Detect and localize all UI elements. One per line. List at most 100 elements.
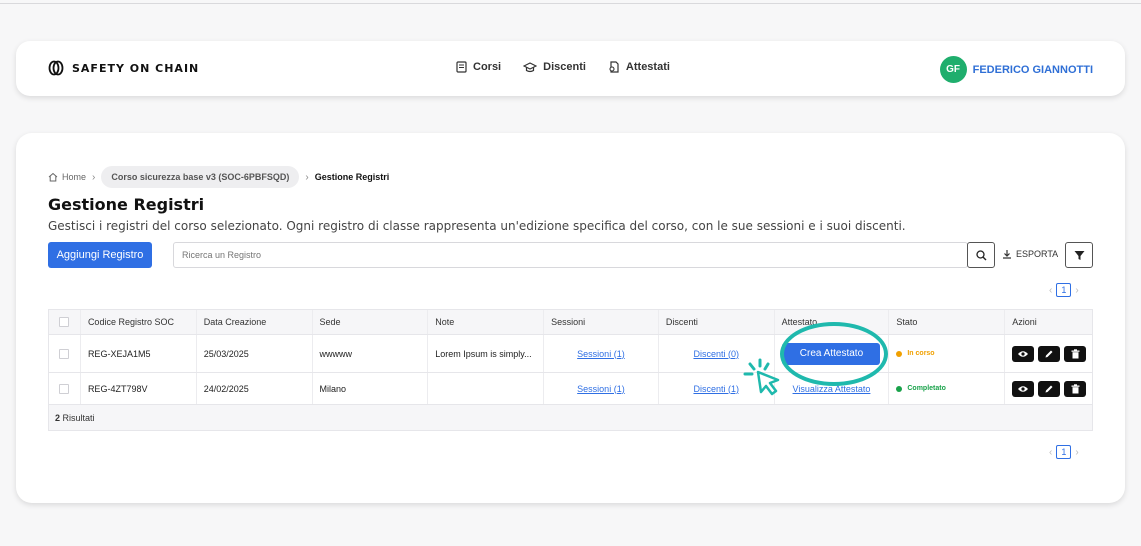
pagination-top: ‹ 1 ›	[1049, 283, 1079, 297]
row-checkbox[interactable]	[59, 383, 70, 394]
brand-name: SAFETY ON CHAIN	[72, 61, 200, 75]
prev-page-icon[interactable]: ‹	[1049, 285, 1052, 296]
cell-code: REG-XEJA1M5	[81, 335, 197, 372]
cell-stato: Completato	[889, 373, 1006, 404]
column-header[interactable]: Stato	[889, 310, 1006, 334]
cell-date: 25/03/2025	[197, 335, 313, 372]
row-select-cell	[49, 335, 81, 372]
navbar: SAFETY ON CHAIN Corsi Discenti Attestati	[16, 41, 1125, 96]
status-label: Completato	[907, 385, 946, 392]
breadcrumb: Home › Corso sicurezza base v3 (SOC-6PBF…	[48, 166, 389, 188]
add-register-button[interactable]: Aggiungi Registro	[48, 242, 152, 268]
nav-discenti[interactable]: Discenti	[523, 61, 586, 73]
cell-date: 24/02/2025	[197, 373, 313, 404]
status-label: In corso	[907, 350, 935, 357]
cell-discenti: Discenti (0)	[659, 335, 775, 372]
registers-table: Codice Registro SOC Data Creazione Sede …	[48, 309, 1093, 431]
trash-icon	[1071, 348, 1080, 358]
delete-button[interactable]	[1064, 345, 1087, 362]
cell-attestato: Crea Attestato	[775, 335, 890, 372]
nav-attestati[interactable]: Attestati	[608, 61, 670, 73]
cell-sessioni: Sessioni (1)	[544, 335, 659, 372]
prev-page-icon[interactable]: ‹	[1049, 447, 1052, 458]
row-actions	[1012, 380, 1087, 397]
column-header[interactable]: Sede	[313, 310, 429, 334]
export-button[interactable]: ESPORTA	[1002, 249, 1058, 259]
next-page-icon[interactable]: ›	[1075, 447, 1078, 458]
delete-button[interactable]	[1064, 380, 1087, 397]
chain-logo-icon	[48, 60, 64, 76]
row-select-cell	[49, 373, 81, 404]
crea-attestato-button[interactable]: Crea Attestato	[782, 342, 881, 365]
status-badge: Completato	[896, 385, 946, 392]
cell-stato: In corso	[889, 335, 1006, 372]
page-number[interactable]: 1	[1056, 283, 1072, 297]
column-header[interactable]: Attestato	[775, 310, 890, 334]
filter-button[interactable]	[1065, 242, 1093, 268]
avatar: GF	[939, 56, 967, 83]
row-checkbox[interactable]	[59, 348, 70, 359]
sessioni-link[interactable]: Sessioni (1)	[577, 384, 625, 394]
nav-discenti-label: Discenti	[543, 61, 586, 73]
row-actions	[1012, 345, 1087, 362]
column-header[interactable]: Codice Registro SOC	[81, 310, 197, 334]
table-row: REG-XEJA1M5 25/03/2025 wwwww Lorem Ipsum…	[49, 335, 1092, 373]
pencil-icon	[1045, 385, 1053, 392]
breadcrumb-home-label: Home	[62, 172, 87, 182]
status-dot	[896, 350, 903, 357]
results-summary: 2 Risultati	[49, 413, 95, 423]
status-dot	[896, 385, 903, 392]
cell-azioni	[1005, 335, 1092, 372]
nav-attestati-label: Attestati	[625, 61, 670, 73]
column-header[interactable]: Sessioni	[544, 310, 659, 334]
nav-corsi[interactable]: Corsi	[456, 61, 501, 73]
view-button[interactable]	[1012, 345, 1035, 362]
cell-discenti: Discenti (1)	[659, 373, 775, 404]
column-header[interactable]: Note	[428, 310, 545, 334]
discenti-link[interactable]: Discenti (1)	[693, 384, 739, 394]
status-badge: In corso	[896, 350, 935, 357]
table-footer: 2 Risultati	[49, 405, 1092, 430]
brand-logo[interactable]: SAFETY ON CHAIN	[48, 60, 199, 76]
user-menu[interactable]: GF FEDERICO GIANNOTTI	[939, 56, 1093, 83]
view-button[interactable]	[1012, 380, 1035, 397]
certificate-icon	[609, 61, 619, 73]
edit-button[interactable]	[1038, 380, 1061, 397]
column-header[interactable]: Data Creazione	[197, 310, 313, 334]
discenti-link[interactable]: Discenti (0)	[693, 349, 739, 359]
nav-corsi-label: Corsi	[473, 61, 502, 73]
breadcrumb-home[interactable]: Home	[48, 172, 86, 182]
home-icon	[48, 172, 58, 182]
search-input[interactable]	[173, 242, 968, 268]
top-divider	[0, 3, 1141, 4]
cell-sede: Milano	[313, 373, 429, 404]
filter-icon	[1074, 250, 1084, 260]
column-header[interactable]: Discenti	[659, 310, 775, 334]
cell-code: REG-4ZT798V	[81, 373, 197, 404]
edit-button[interactable]	[1038, 345, 1061, 362]
cell-sessioni: Sessioni (1)	[544, 373, 659, 404]
breadcrumb-course[interactable]: Corso sicurezza base v3 (SOC-6PBFSQD)	[101, 166, 300, 188]
results-count: 2	[55, 412, 61, 423]
book-icon	[456, 61, 467, 73]
table-row: REG-4ZT798V 24/02/2025 Milano Sessioni (…	[49, 373, 1092, 405]
eye-icon	[1018, 350, 1029, 357]
visualizza-attestato-link[interactable]: Visualizza Attestato	[793, 384, 871, 394]
next-page-icon[interactable]: ›	[1075, 285, 1078, 296]
table-header: Codice Registro SOC Data Creazione Sede …	[49, 310, 1092, 335]
page-title: Gestione Registri	[48, 195, 205, 214]
select-all-checkbox[interactable]	[59, 317, 70, 327]
cell-note: Lorem Ipsum is simply...	[428, 335, 545, 372]
cell-sede: wwwww	[313, 335, 429, 372]
search-button[interactable]	[967, 242, 995, 268]
page-number[interactable]: 1	[1056, 445, 1072, 459]
trash-icon	[1071, 383, 1080, 393]
sessioni-link[interactable]: Sessioni (1)	[577, 349, 625, 359]
graduation-cap-icon	[523, 61, 538, 72]
breadcrumb-current: Gestione Registri	[314, 172, 390, 182]
user-name: FEDERICO GIANNOTTI	[972, 63, 1093, 76]
search-icon	[975, 249, 986, 260]
eye-icon	[1018, 385, 1029, 392]
results-label: Risultati	[62, 412, 95, 423]
main-card: Home › Corso sicurezza base v3 (SOC-6PBF…	[16, 133, 1125, 503]
